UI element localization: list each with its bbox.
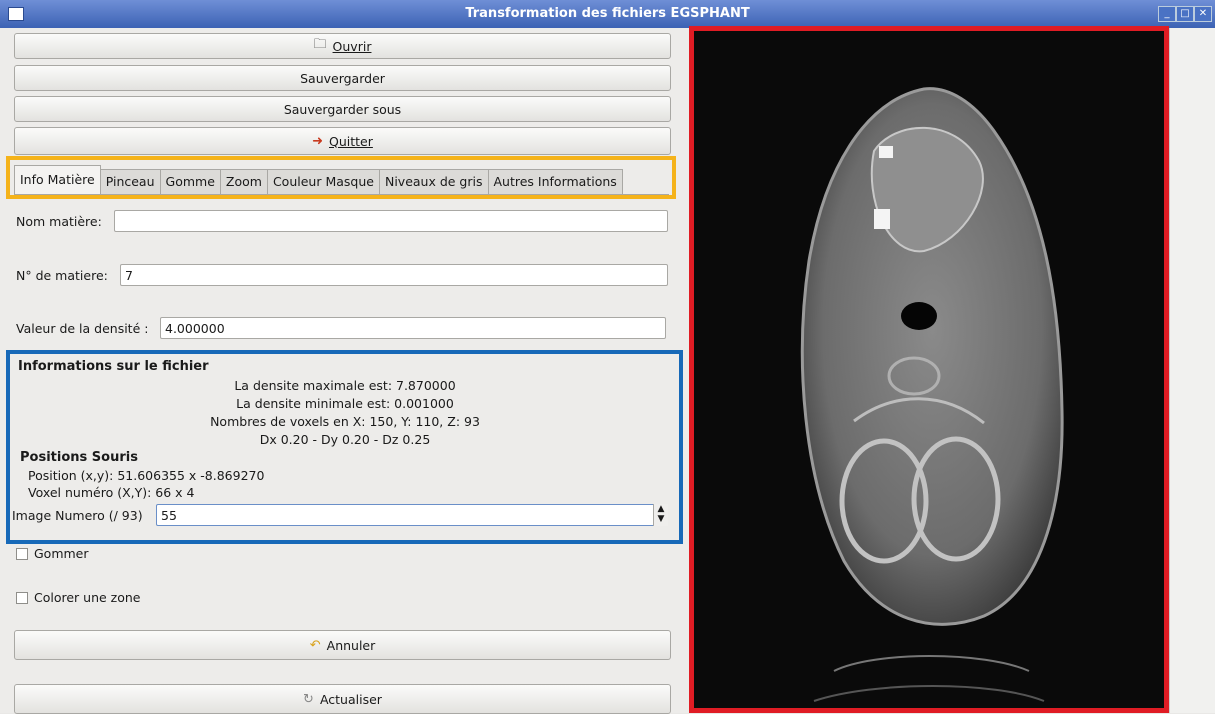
mouse-position-text: Position (x,y): 51.606355 x -8.869270 (28, 468, 265, 483)
folder-icon: 🗀 (313, 37, 327, 52)
density-label: Valeur de la densité : (16, 321, 149, 336)
refresh-icon: ↻ (303, 691, 314, 707)
mouse-positions-title: Positions Souris (20, 450, 138, 465)
voxel-count-text: Nombres de voxels en X: 150, Y: 110, Z: … (210, 414, 480, 429)
undo-button[interactable]: ↶ Annuler (14, 630, 671, 660)
window-title: Transformation des fichiers EGSPHANT (465, 6, 750, 21)
ct-slice-view[interactable] (689, 26, 1169, 713)
tab-zoom[interactable]: Zoom (219, 169, 268, 194)
control-panel: 🗀 Ouvrir Sauvergarder Sauvergarder sous … (0, 28, 684, 714)
tab-couleur-masque[interactable]: Couleur Masque (266, 169, 380, 194)
tab-info-matiere[interactable]: Info Matière (14, 165, 101, 194)
maximize-icon[interactable]: □ (1176, 6, 1194, 22)
material-name-label: Nom matière: (16, 214, 102, 229)
material-number-input[interactable]: 7 (120, 264, 668, 286)
exit-icon: ➜ (312, 133, 324, 149)
refresh-button[interactable]: ↻ Actualiser (14, 684, 671, 714)
tab-pinceau[interactable]: Pinceau (99, 169, 161, 194)
tab-gomme[interactable]: Gomme (159, 169, 221, 194)
tab-autres-informations[interactable]: Autres Informations (487, 169, 623, 194)
spin-arrows-icon[interactable]: ▲ ▼ (653, 504, 668, 526)
ct-slice-image (694, 31, 1164, 708)
checkbox-icon (16, 591, 28, 604)
open-button[interactable]: 🗀 Ouvrir (14, 33, 671, 59)
undo-icon: ↶ (309, 637, 321, 653)
max-density-text: La densite maximale est: 7.870000 (234, 378, 456, 393)
voxel-number-text: Voxel numéro (X,Y): 66 x 4 (28, 485, 195, 500)
image-scroll-area[interactable] (1169, 28, 1215, 713)
checkbox-icon (16, 547, 28, 560)
image-number-spinbox[interactable]: 55 (156, 504, 668, 526)
voxel-spacing-text: Dx 0.20 - Dy 0.20 - Dz 0.25 (259, 432, 431, 447)
tab-niveaux-de-gris[interactable]: Niveaux de gris (378, 169, 489, 194)
tab-bar: Info Matière Pinceau Gomme Zoom Couleur … (14, 162, 669, 195)
save-button[interactable]: Sauvergarder (14, 65, 671, 91)
file-info-title: Informations sur le fichier (18, 359, 209, 374)
color-zone-checkbox[interactable]: Colorer une zone (16, 590, 141, 605)
image-number-label: Image Numero (/ 93) (12, 508, 143, 523)
density-input[interactable]: 4.000000 (160, 317, 666, 339)
material-number-label: N° de matiere: (16, 268, 108, 283)
min-density-text: La densite minimale est: 0.001000 (236, 396, 454, 411)
material-name-input[interactable] (114, 210, 668, 232)
minimize-icon[interactable]: _ (1158, 6, 1176, 22)
quit-button[interactable]: ➜ Quitter (14, 127, 671, 155)
erase-checkbox[interactable]: Gommer (16, 546, 89, 561)
title-bar: Transformation des fichiers EGSPHANT _ □… (0, 0, 1215, 28)
save-as-button[interactable]: Sauvergarder sous (14, 96, 671, 122)
close-icon[interactable]: ✕ (1194, 6, 1212, 22)
